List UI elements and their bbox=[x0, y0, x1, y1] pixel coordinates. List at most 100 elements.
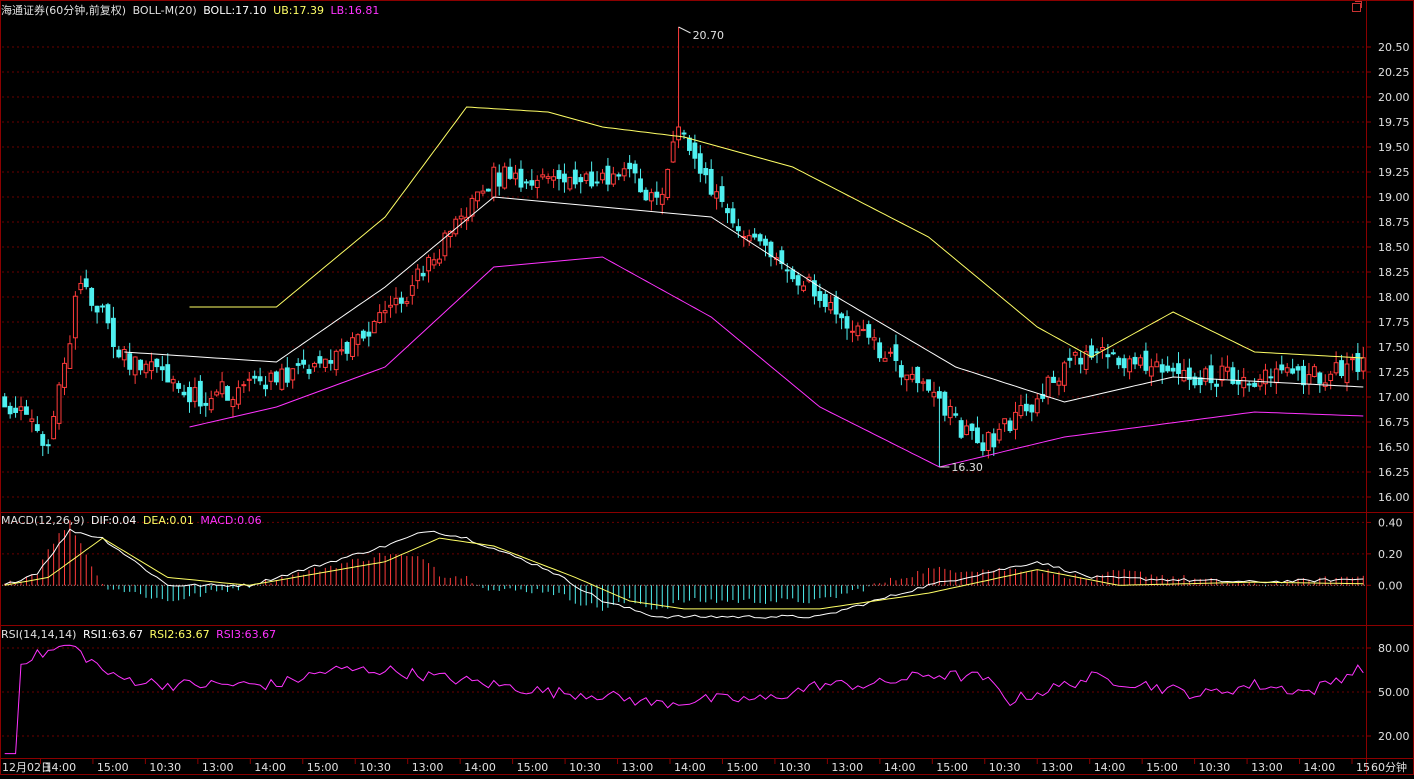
candle-up bbox=[279, 368, 285, 390]
candle-up bbox=[78, 282, 84, 291]
candle-up bbox=[241, 384, 247, 387]
candle-up bbox=[1344, 363, 1350, 384]
candle-up bbox=[491, 166, 497, 198]
x-axis-label: 14:00 bbox=[674, 761, 706, 774]
rsi3-value: RSI3:63.67 bbox=[216, 628, 277, 641]
candle-up bbox=[860, 328, 866, 332]
candle-down bbox=[735, 226, 741, 232]
security-title: 海通证券(60分钟,前复权) bbox=[1, 4, 127, 17]
rsi1-value: RSI1:63.67 bbox=[82, 628, 144, 641]
rsi2-value: RSI2:63.67 bbox=[149, 628, 210, 641]
x-axis-label: 10:30 bbox=[569, 761, 601, 774]
price-y-tick-label: 19.00 bbox=[1378, 191, 1410, 204]
candle-down bbox=[1208, 365, 1214, 384]
candle-up bbox=[502, 166, 508, 189]
x-axis-label: 13:00 bbox=[1251, 761, 1283, 774]
candle-up bbox=[551, 176, 556, 181]
candle-up bbox=[659, 193, 665, 205]
candle-down bbox=[110, 317, 116, 348]
candle-down bbox=[719, 186, 725, 202]
candle-down bbox=[2, 396, 8, 408]
candle-down bbox=[116, 349, 122, 358]
price-y-tick-label: 16.00 bbox=[1378, 491, 1410, 504]
candle-down bbox=[616, 174, 622, 177]
candle-down bbox=[399, 297, 404, 304]
candle-up bbox=[513, 172, 518, 180]
candle-down bbox=[1235, 380, 1241, 385]
candle-up bbox=[219, 381, 225, 395]
price-y-tick-label: 17.25 bbox=[1378, 366, 1410, 379]
candle-down bbox=[915, 366, 921, 384]
restore-window-icon-inner bbox=[1355, 1, 1362, 8]
candle-up bbox=[621, 168, 627, 177]
candle-down bbox=[257, 376, 263, 382]
candle-up bbox=[931, 391, 937, 398]
candle-up bbox=[1311, 366, 1317, 377]
candle-up bbox=[670, 141, 676, 163]
candle-down bbox=[953, 413, 959, 416]
candle-down bbox=[1268, 376, 1274, 379]
candle-down bbox=[1159, 364, 1165, 373]
candle-down bbox=[496, 172, 502, 187]
candle-down bbox=[844, 316, 850, 329]
restore-window-icon[interactable] bbox=[1352, 1, 1362, 12]
candle-up bbox=[1306, 374, 1312, 385]
candle-up bbox=[437, 258, 442, 264]
x-axis-label: 15:00 bbox=[936, 761, 968, 774]
price-y-tick-label: 16.50 bbox=[1378, 441, 1410, 454]
candle-down bbox=[306, 369, 312, 374]
candle-up bbox=[480, 190, 486, 194]
candle-down bbox=[420, 272, 426, 277]
candle-up bbox=[1328, 373, 1334, 381]
candle-up bbox=[871, 337, 877, 341]
candle-down bbox=[1143, 350, 1149, 371]
chart-svg[interactable]: 16.00 16.25 16.50 16.75 17.00 17.25 17.50 17.75… bbox=[0, 0, 1414, 775]
kline-chart[interactable]: 16.00 16.25 16.50 16.75 17.00 17.25 17.50 17.75… bbox=[0, 0, 1414, 775]
candle-up bbox=[714, 191, 720, 199]
candle-down bbox=[34, 424, 40, 431]
candle-down bbox=[181, 391, 187, 396]
candle-up bbox=[1148, 366, 1154, 377]
candle-down bbox=[317, 356, 323, 364]
candle-up bbox=[665, 168, 671, 198]
x-axis-label: 10:30 bbox=[779, 761, 811, 774]
x-axis-label: 13:00 bbox=[412, 761, 444, 774]
candle-down bbox=[1121, 358, 1127, 369]
candle-up bbox=[904, 374, 910, 381]
candle-down bbox=[991, 433, 997, 448]
candle-down bbox=[485, 188, 491, 192]
candle-up bbox=[377, 312, 383, 323]
macd-indicator-name: MACD(12,26,9) bbox=[1, 514, 85, 527]
candle-down bbox=[1290, 368, 1296, 374]
macd-dif-value: DIF:0.04 bbox=[91, 514, 137, 527]
candle-down bbox=[687, 137, 692, 151]
x-axis-label: 14:00 bbox=[884, 761, 916, 774]
candle-up bbox=[1241, 376, 1247, 389]
candle-down bbox=[1317, 372, 1323, 384]
candle-down bbox=[594, 181, 600, 184]
candle-up bbox=[920, 381, 926, 384]
macd-value: MACD:0.06 bbox=[200, 514, 262, 527]
candle-down bbox=[1170, 367, 1176, 372]
candle-up bbox=[1018, 405, 1024, 417]
candle-up bbox=[431, 259, 437, 266]
price-y-tick-label: 16.75 bbox=[1378, 416, 1410, 429]
candle-down bbox=[1094, 351, 1100, 354]
candle-up bbox=[1203, 368, 1209, 382]
candle-up bbox=[170, 378, 176, 384]
candle-down bbox=[877, 342, 883, 359]
rsi-y-tick-label: 20.00 bbox=[1378, 730, 1410, 743]
candle-up bbox=[235, 387, 241, 405]
price-y-tick-label: 19.75 bbox=[1378, 116, 1410, 129]
candle-down bbox=[942, 391, 948, 416]
candle-up bbox=[1056, 380, 1062, 386]
candle-down bbox=[45, 444, 51, 447]
candle-up bbox=[545, 176, 551, 179]
x-axis-label: 13:00 bbox=[622, 761, 654, 774]
rsi-indicator-name: RSI(14,14,14) bbox=[1, 628, 77, 641]
candle-down bbox=[1165, 365, 1171, 372]
boll-upper-value: UB:17.39 bbox=[273, 4, 324, 17]
macd-dif-line bbox=[4, 528, 1364, 619]
candle-up bbox=[534, 179, 540, 189]
candle-up bbox=[964, 425, 969, 436]
